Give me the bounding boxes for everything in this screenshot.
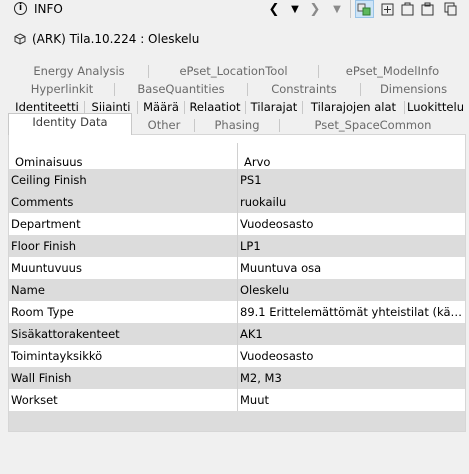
table-row[interactable]: Room Type 89.1 Erittelemättömät yhteisti… bbox=[9, 301, 465, 323]
link-objects-button[interactable] bbox=[355, 0, 374, 18]
column-separator bbox=[237, 301, 238, 323]
table-row[interactable]: Comments ruokailu bbox=[9, 191, 465, 213]
property-value[interactable]: PS1 bbox=[240, 173, 464, 187]
tab-tilarajojen-alat[interactable]: Tilarajojen alat bbox=[303, 99, 404, 116]
forward-arrow-icon[interactable]: ❯ bbox=[309, 2, 321, 18]
menu-dropdown-icon[interactable]: ▼ bbox=[330, 2, 344, 18]
column-separator bbox=[237, 345, 238, 367]
property-value[interactable]: M2, M3 bbox=[240, 371, 464, 385]
copy-icon[interactable] bbox=[444, 2, 457, 16]
property-value[interactable]: Vuodeosasto bbox=[240, 217, 464, 231]
property-name: Wall Finish bbox=[11, 371, 72, 385]
property-name: Toimintayksikkö bbox=[11, 349, 103, 363]
property-name: Room Type bbox=[11, 305, 74, 319]
property-value[interactable]: Vuodeosasto bbox=[240, 349, 464, 363]
property-name: Department bbox=[11, 217, 81, 231]
property-name: Ceiling Finish bbox=[11, 173, 87, 187]
clipboard-icon[interactable] bbox=[421, 2, 434, 16]
property-name: Sisäkattorakenteet bbox=[11, 327, 120, 341]
column-separator bbox=[237, 213, 238, 235]
cube-icon bbox=[14, 33, 26, 45]
tab-identity-data[interactable]: Identity Data bbox=[8, 113, 132, 135]
column-separator bbox=[237, 389, 238, 411]
back-arrow-icon[interactable]: ❮ bbox=[268, 2, 280, 18]
title-bar: i INFO ❮ ▼ ❯ ▼ bbox=[0, 0, 469, 22]
properties-grid: Ominaisuus Arvo Ceiling Finish PS1 Comme… bbox=[8, 134, 466, 432]
window-title: INFO bbox=[34, 2, 63, 16]
table-row[interactable]: Sisäkattorakenteet AK1 bbox=[9, 323, 465, 345]
table-row[interactable]: Toimintayksikkö Vuodeosasto bbox=[9, 345, 465, 367]
empty-row bbox=[9, 411, 465, 431]
tab-relaatiot[interactable]: Relaatiot bbox=[185, 99, 245, 116]
column-separator bbox=[237, 191, 238, 213]
column-separator bbox=[237, 367, 238, 389]
table-row[interactable]: Name Oleskelu bbox=[9, 279, 465, 301]
property-name: Workset bbox=[11, 393, 58, 407]
lock-tab-icon[interactable] bbox=[401, 2, 414, 16]
column-separator bbox=[237, 235, 238, 257]
table-row[interactable]: Wall Finish M2, M3 bbox=[9, 367, 465, 389]
toolbar-separator bbox=[350, 0, 351, 18]
tab-hyperlinkit[interactable]: Hyperlinkit bbox=[10, 81, 114, 98]
property-set-tabs: Energy Analysis ePset_LocationTool ePset… bbox=[8, 62, 466, 135]
tab-maara[interactable]: Määrä bbox=[138, 99, 184, 116]
column-separator bbox=[237, 323, 238, 345]
table-row[interactable]: Floor Finish LP1 bbox=[9, 235, 465, 257]
table-row[interactable]: Department Vuodeosasto bbox=[9, 213, 465, 235]
tab-epset-locationtool[interactable]: ePset_LocationTool bbox=[149, 63, 318, 80]
tab-energy-analysis[interactable]: Energy Analysis bbox=[10, 63, 148, 80]
property-value[interactable]: 89.1 Erittelemättömät yhteistilat (käytä… bbox=[240, 305, 464, 319]
tab-pset-spacecommon[interactable]: Pset_SpaceCommon bbox=[280, 117, 466, 134]
tab-dimensions[interactable]: Dimensions bbox=[361, 81, 466, 98]
column-header-value[interactable]: Arvo bbox=[244, 155, 270, 169]
tab-tilarajat[interactable]: Tilarajat bbox=[246, 99, 302, 116]
selected-element: (ARK) Tila.10.224 : Oleskelu bbox=[0, 29, 469, 51]
property-value[interactable]: LP1 bbox=[240, 239, 464, 253]
property-name: Name bbox=[11, 283, 45, 297]
property-value[interactable]: ruokailu bbox=[240, 195, 464, 209]
column-separator bbox=[237, 279, 238, 301]
tab-basequantities[interactable]: BaseQuantities bbox=[115, 81, 247, 98]
property-value[interactable]: Muuntuva osa bbox=[240, 261, 464, 275]
tab-other[interactable]: Other bbox=[134, 117, 194, 134]
history-dropdown-icon[interactable]: ▼ bbox=[288, 2, 302, 18]
column-separator bbox=[237, 169, 238, 191]
column-separator bbox=[237, 257, 238, 279]
tab-luokittelu[interactable]: Luokittelu bbox=[405, 99, 466, 116]
info-icon: i bbox=[14, 2, 27, 15]
property-name: Floor Finish bbox=[11, 239, 77, 253]
property-value[interactable]: AK1 bbox=[240, 327, 464, 341]
tab-constraints[interactable]: Constraints bbox=[248, 81, 360, 98]
element-label: (ARK) Tila.10.224 : Oleskelu bbox=[32, 32, 200, 46]
table-row[interactable]: Ceiling Finish PS1 bbox=[9, 169, 465, 191]
add-tab-icon[interactable] bbox=[381, 2, 394, 16]
property-name: Comments bbox=[11, 195, 74, 209]
property-value[interactable]: Oleskelu bbox=[240, 283, 464, 297]
table-row[interactable]: Workset Muut bbox=[9, 389, 465, 411]
property-value[interactable]: Muut bbox=[240, 393, 464, 407]
tab-epset-modelinfo[interactable]: ePset_ModelInfo bbox=[319, 63, 466, 80]
column-header-property[interactable]: Ominaisuus bbox=[15, 155, 83, 169]
tab-phasing[interactable]: Phasing bbox=[195, 117, 279, 134]
table-row[interactable]: Muuntuvuus Muuntuva osa bbox=[9, 257, 465, 279]
link-objects-icon bbox=[357, 3, 371, 16]
property-name: Muuntuvuus bbox=[11, 261, 82, 275]
